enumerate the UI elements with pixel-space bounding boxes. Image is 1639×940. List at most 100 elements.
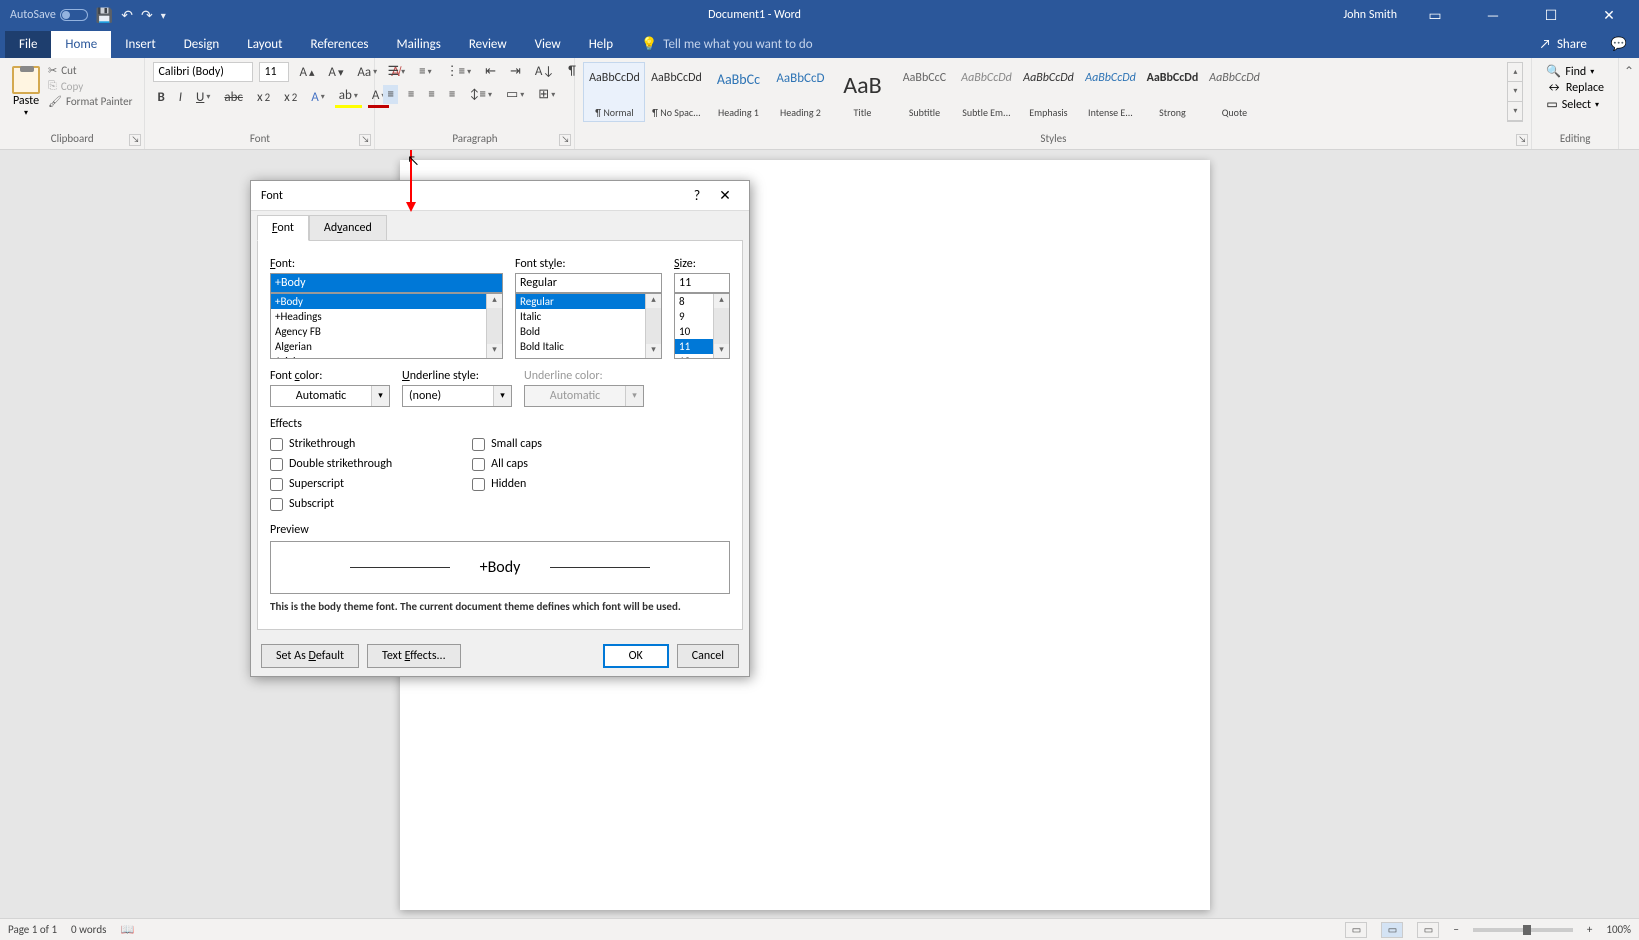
list-item[interactable]: Bold Italic (516, 339, 661, 354)
user-name[interactable]: John Smith (1343, 8, 1397, 22)
style-item[interactable]: AaBbCcDdEmphasis (1017, 62, 1079, 122)
print-layout-icon[interactable]: ▭ (1381, 922, 1403, 938)
shading-icon[interactable]: ▭▾ (502, 85, 528, 104)
borders-icon[interactable]: ⊞▾ (534, 85, 559, 104)
ok-button[interactable]: OK (603, 644, 669, 668)
zoom-in-icon[interactable]: + (1587, 923, 1592, 936)
paste-button[interactable]: Paste ▾ (8, 62, 44, 122)
style-field-input[interactable] (515, 273, 662, 293)
autosave-toggle[interactable]: AutoSave (10, 8, 88, 22)
dialog-tab-advanced[interactable]: Advanced (309, 215, 387, 240)
comments-icon[interactable]: 💬 (1599, 31, 1639, 58)
close-icon[interactable]: ✕ (1589, 7, 1629, 24)
effect-checkbox[interactable]: Superscript (270, 477, 392, 491)
list-item[interactable]: Bold (516, 324, 661, 339)
text-effects-icon[interactable]: A▾ (307, 88, 329, 107)
effect-checkbox[interactable]: Small caps (472, 437, 542, 451)
line-spacing-icon[interactable]: ↕≡▾ (465, 85, 496, 104)
save-icon[interactable]: 💾 (96, 7, 113, 24)
minimize-icon[interactable]: — (1473, 7, 1513, 24)
list-item[interactable]: Agency FB (271, 324, 502, 339)
font-name-input[interactable] (153, 62, 253, 82)
zoom-level[interactable]: 100% (1606, 923, 1631, 936)
clipboard-launcher[interactable]: ↘ (129, 134, 141, 146)
italic-icon[interactable]: I (175, 88, 186, 107)
copy-button[interactable]: ⎘Copy (48, 79, 132, 93)
size-listbox[interactable]: 89101112▴▾ (674, 293, 730, 359)
expand-gallery-icon[interactable]: ▾ (1508, 102, 1522, 121)
ribbon-display-icon[interactable]: ▭ (1415, 7, 1455, 24)
size-field-input[interactable] (674, 273, 730, 293)
collapse-ribbon-icon[interactable]: ⌃ (1624, 64, 1634, 79)
align-left-icon[interactable]: ≡ (383, 85, 397, 104)
maximize-icon[interactable]: ☐ (1531, 7, 1571, 24)
style-item[interactable]: AaBbCcDd¶ Normal (583, 62, 645, 122)
font-color-dropdown[interactable]: Automatic▾ (270, 385, 390, 407)
tab-references[interactable]: References (297, 31, 383, 58)
qat-dropdown-icon[interactable]: ▾ (161, 9, 166, 22)
style-listbox[interactable]: RegularItalicBoldBold Italic▴▾ (515, 293, 662, 359)
dialog-titlebar[interactable]: Font ? ✕ (251, 181, 749, 211)
cancel-button[interactable]: Cancel (677, 644, 739, 668)
redo-icon[interactable]: ↷ (141, 7, 153, 24)
highlight-icon[interactable]: ab▾ (335, 86, 362, 108)
find-button[interactable]: 🔍Find ▾ (1546, 64, 1604, 79)
style-item[interactable]: AaBbCcDHeading 2 (769, 62, 831, 122)
list-item[interactable]: Regular (516, 294, 661, 309)
spell-check-icon[interactable]: 📖 (120, 923, 134, 936)
paragraph-launcher[interactable]: ↘ (559, 134, 571, 146)
style-item[interactable]: AaBbCcDdStrong (1141, 62, 1203, 122)
tab-file[interactable]: File (5, 31, 51, 58)
style-item[interactable]: AaBbCcHeading 1 (707, 62, 769, 122)
sort-icon[interactable]: A↓ (531, 62, 558, 81)
zoom-slider[interactable] (1473, 928, 1573, 932)
bold-icon[interactable]: B (153, 88, 168, 107)
strikethrough-icon[interactable]: abc (220, 88, 247, 107)
effect-checkbox[interactable]: Hidden (472, 477, 542, 491)
zoom-out-icon[interactable]: − (1453, 923, 1458, 936)
list-item[interactable]: Italic (516, 309, 661, 324)
dialog-tab-font[interactable]: Font (257, 215, 309, 241)
list-item[interactable]: +Headings (271, 309, 502, 324)
style-item[interactable]: AaBbCcDdSubtle Em... (955, 62, 1017, 122)
increase-indent-icon[interactable]: ⇥ (506, 62, 525, 81)
tab-review[interactable]: Review (455, 31, 521, 58)
superscript-icon[interactable]: x2 (280, 88, 301, 107)
underline-icon[interactable]: U▾ (192, 88, 214, 107)
subscript-icon[interactable]: x2 (253, 88, 274, 107)
decrease-indent-icon[interactable]: ⇤ (481, 62, 500, 81)
effect-checkbox[interactable]: Subscript (270, 497, 392, 511)
justify-icon[interactable]: ≡ (445, 85, 459, 104)
select-button[interactable]: ▭Select ▾ (1546, 97, 1604, 112)
web-layout-icon[interactable]: ▭ (1417, 922, 1439, 938)
tell-me-search[interactable]: 💡 Tell me what you want to do (627, 31, 827, 58)
text-effects-button[interactable]: Text Effects... (367, 644, 461, 668)
tab-mailings[interactable]: Mailings (383, 31, 455, 58)
tab-home[interactable]: Home (51, 31, 111, 58)
tab-help[interactable]: Help (575, 31, 627, 58)
read-mode-icon[interactable]: ▭ (1345, 922, 1367, 938)
style-item[interactable]: AaBbCcCSubtitle (893, 62, 955, 122)
style-item[interactable]: AaBbCcDd¶ No Spac... (645, 62, 707, 122)
numbering-icon[interactable]: ≡▾ (415, 62, 436, 81)
share-button[interactable]: ↗ Share (1527, 31, 1598, 58)
align-right-icon[interactable]: ≡ (424, 85, 438, 104)
font-listbox[interactable]: +Body+HeadingsAgency FBAlgerianArial▴▾ (270, 293, 503, 359)
set-default-button[interactable]: Set As Default (261, 644, 359, 668)
scroll-up-icon[interactable]: ▴ (1508, 63, 1522, 82)
styles-scroll[interactable]: ▴ ▾ ▾ (1507, 62, 1523, 122)
list-item[interactable]: Arial (271, 354, 502, 359)
effect-checkbox[interactable]: All caps (472, 457, 542, 471)
align-center-icon[interactable]: ≡ (404, 85, 418, 104)
dialog-help-icon[interactable]: ? (683, 187, 711, 204)
cut-button[interactable]: ✂Cut (48, 64, 132, 77)
font-size-input[interactable] (259, 62, 289, 82)
increase-font-icon[interactable]: A▴ (295, 63, 318, 82)
list-item[interactable]: Algerian (271, 339, 502, 354)
scroll-down-icon[interactable]: ▾ (1508, 82, 1522, 101)
multilevel-icon[interactable]: ⋮≡▾ (442, 62, 476, 81)
underline-style-dropdown[interactable]: (none)▾ (402, 385, 512, 407)
tab-layout[interactable]: Layout (233, 31, 296, 58)
bullets-icon[interactable]: ☰▾ (383, 62, 409, 81)
style-item[interactable]: AaBbCcDdIntense E... (1079, 62, 1141, 122)
